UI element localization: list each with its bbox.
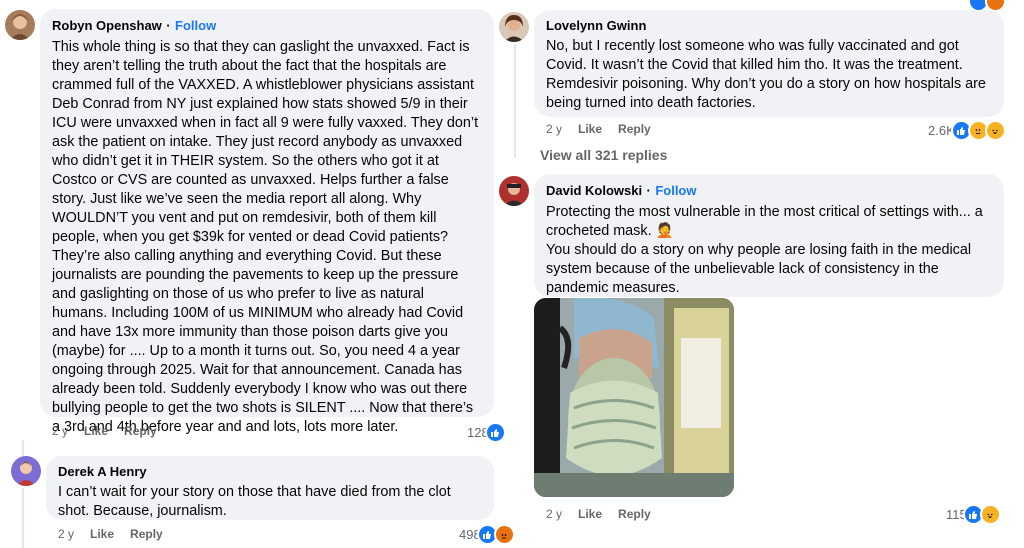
comment-actions-robyn: 2 y Like Reply xyxy=(52,424,173,438)
separator-dot: · xyxy=(646,183,651,198)
comment-text: I can’t wait for your story on those tha… xyxy=(58,484,451,519)
follow-button[interactable]: Follow xyxy=(175,18,216,33)
comment-text-line-1: Protecting the most vulnerable in the mo… xyxy=(546,204,983,239)
comment-time[interactable]: 2 y xyxy=(52,424,68,438)
like-button[interactable]: Like xyxy=(84,424,108,438)
reaction-summary-lovelynn[interactable]: 2.6K xyxy=(928,120,1006,141)
haha-reaction-icon xyxy=(979,504,1001,525)
comment-text: This whole thing is so that they can gas… xyxy=(52,39,479,435)
reply-button[interactable]: Reply xyxy=(130,527,163,541)
haha-reaction-icon xyxy=(984,120,1006,141)
comment-bubble-derek: Derek A Henry I can’t wait for your stor… xyxy=(46,456,494,520)
avatar-lovelynn[interactable] xyxy=(499,12,529,42)
comment-author[interactable]: Derek A Henry xyxy=(58,464,482,480)
reply-button[interactable]: Reply xyxy=(618,122,651,136)
like-button[interactable]: Like xyxy=(578,122,602,136)
comment-time[interactable]: 2 y xyxy=(546,122,562,136)
comment-text-line-2: You should do a story on why people are … xyxy=(546,242,972,296)
avatar-david[interactable] xyxy=(499,176,529,206)
comment-bubble-david: David Kolowski · Follow Protecting the m… xyxy=(534,174,1004,297)
comment-author[interactable]: Lovelynn Gwinn xyxy=(546,18,992,34)
follow-button[interactable]: Follow xyxy=(655,183,696,198)
comment-attached-photo[interactable] xyxy=(534,298,734,497)
thread-line xyxy=(22,488,24,548)
like-button[interactable]: Like xyxy=(90,527,114,541)
comment-actions-lovelynn: 2 y Like Reply xyxy=(546,122,667,136)
comment-author[interactable]: David Kolowski xyxy=(546,183,642,198)
comment-bubble-robyn: Robyn Openshaw · Follow This whole thing… xyxy=(40,9,494,435)
comment-text: No, but I recently lost someone who was … xyxy=(546,38,986,111)
avatar-derek[interactable] xyxy=(11,456,41,486)
reply-button[interactable]: Reply xyxy=(618,507,651,521)
reply-button[interactable]: Reply xyxy=(124,424,157,438)
thread-line xyxy=(514,44,516,158)
reaction-summary-david[interactable]: 115 xyxy=(946,504,1001,525)
view-all-replies-link[interactable]: View all 321 replies xyxy=(540,147,667,163)
left-column: Robyn Openshaw · Follow This whole thing… xyxy=(0,0,515,548)
comment-time[interactable]: 2 y xyxy=(546,507,562,521)
comment-actions-derek: 2 y Like Reply xyxy=(58,527,179,541)
comment-author[interactable]: Robyn Openshaw xyxy=(52,18,162,33)
avatar-robyn[interactable] xyxy=(5,10,35,40)
comment-bubble-lovelynn: Lovelynn Gwinn No, but I recently lost s… xyxy=(534,10,1004,117)
right-column: Lovelynn Gwinn No, but I recently lost s… xyxy=(496,0,1024,548)
separator-dot: · xyxy=(166,18,171,33)
comment-actions-david: 2 y Like Reply xyxy=(546,507,667,521)
like-button[interactable]: Like xyxy=(578,507,602,521)
comment-time[interactable]: 2 y xyxy=(58,527,74,541)
